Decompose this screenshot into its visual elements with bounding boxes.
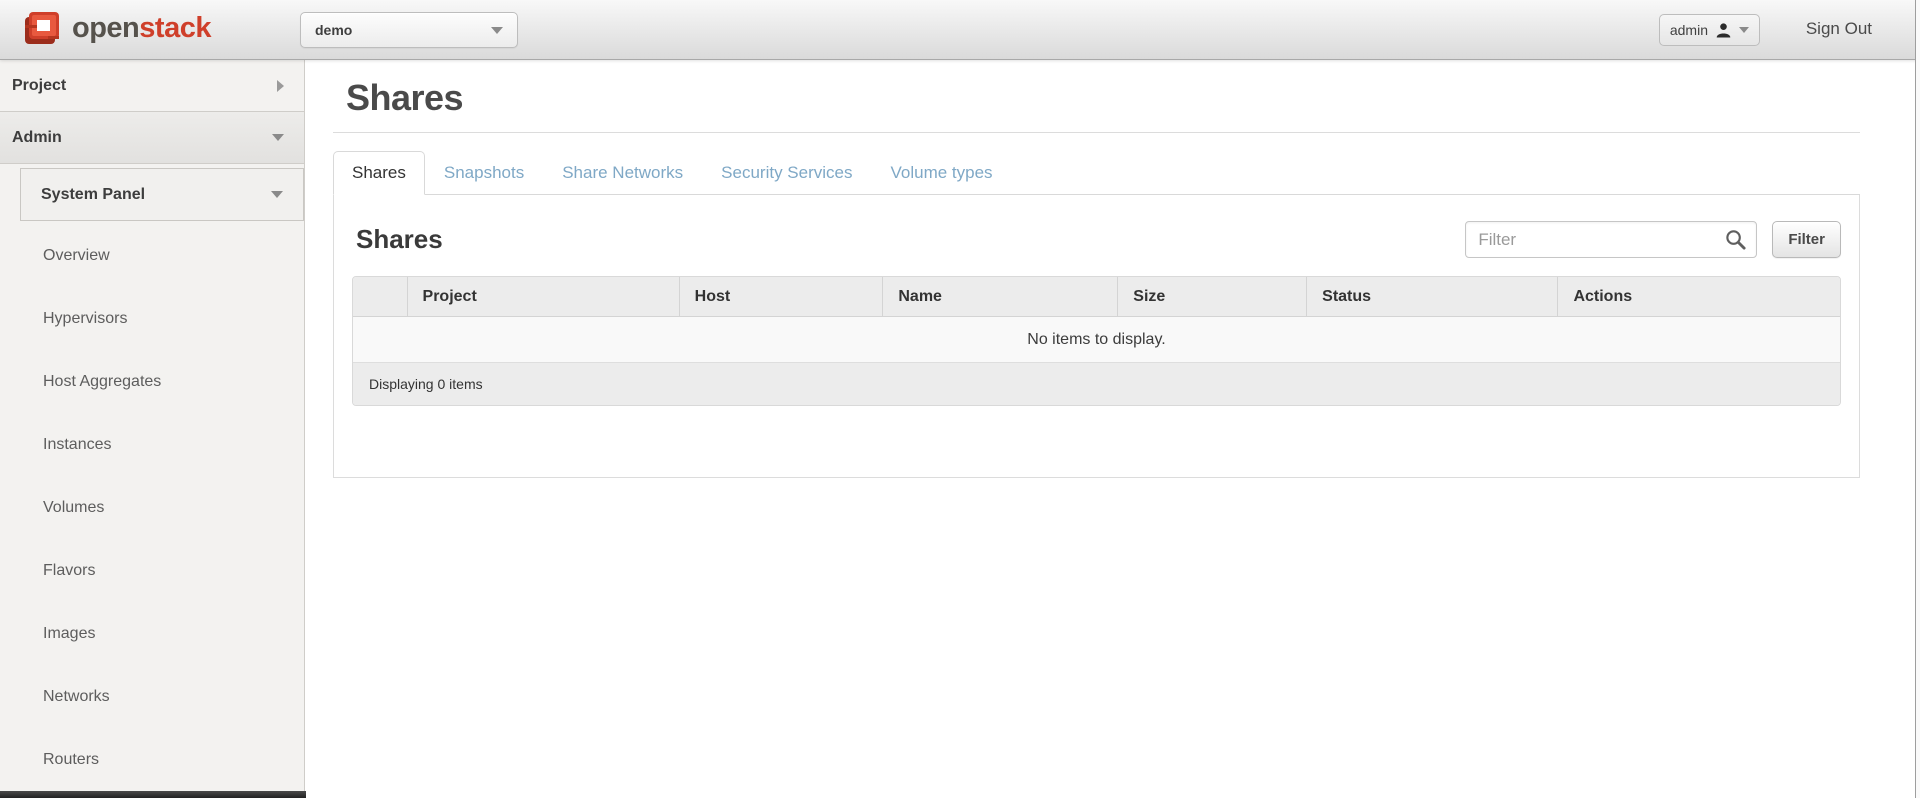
table-footer-text: Displaying 0 items xyxy=(353,363,1840,405)
column-name[interactable]: Name xyxy=(882,277,1118,317)
tab-volume-types[interactable]: Volume types xyxy=(871,151,1011,195)
openstack-dashboard: openstack demo admin Sign Out Project Ad… xyxy=(0,0,1920,798)
shares-table: Project Host Name Size Status Actions No… xyxy=(353,277,1840,405)
scrollbar-track[interactable] xyxy=(1915,0,1920,798)
column-actions[interactable]: Actions xyxy=(1557,277,1840,317)
sidebar-nav: Overview Hypervisors Host Aggregates Ins… xyxy=(0,224,304,791)
sidebar-item-hypervisors[interactable]: Hypervisors xyxy=(0,287,304,350)
sidebar-item-images[interactable]: Images xyxy=(0,602,304,665)
openstack-logo[interactable]: openstack xyxy=(22,8,211,48)
sidebar-section-project[interactable]: Project xyxy=(0,60,304,112)
empty-row: No items to display. xyxy=(353,317,1840,363)
sidebar-item-overview[interactable]: Overview xyxy=(0,224,304,287)
filter-area: Filter xyxy=(1465,221,1841,258)
column-status[interactable]: Status xyxy=(1306,277,1558,317)
sidebar-section-label: Project xyxy=(12,76,67,94)
filter-input[interactable] xyxy=(1465,221,1758,258)
shares-table-wrapper: Project Host Name Size Status Actions No… xyxy=(352,276,1841,406)
panel-title: Shares xyxy=(356,224,443,254)
sidebar-item-host-aggregates[interactable]: Host Aggregates xyxy=(0,350,304,413)
bottom-edge-strip xyxy=(0,791,306,798)
system-panel-dropdown[interactable]: System Panel xyxy=(20,168,304,221)
column-select-all xyxy=(353,277,407,317)
tab-security-services[interactable]: Security Services xyxy=(702,151,871,195)
project-switcher-dropdown[interactable]: demo xyxy=(300,12,518,48)
sidebar-item-volumes[interactable]: Volumes xyxy=(0,476,304,539)
column-size[interactable]: Size xyxy=(1117,277,1307,317)
chevron-down-icon xyxy=(1739,27,1749,33)
column-project[interactable]: Project xyxy=(406,277,679,317)
empty-message: No items to display. xyxy=(353,317,1840,363)
project-switcher-value: demo xyxy=(315,22,353,38)
filter-input-wrapper xyxy=(1465,221,1758,258)
user-menu-label: admin xyxy=(1669,22,1708,38)
sidebar-section-admin[interactable]: Admin xyxy=(0,112,304,164)
tab-snapshots[interactable]: Snapshots xyxy=(425,151,543,195)
search-icon xyxy=(1726,230,1746,250)
chevron-down-icon xyxy=(271,191,283,198)
sign-out-link[interactable]: Sign Out xyxy=(1806,19,1872,39)
top-bar: openstack demo admin Sign Out xyxy=(0,0,1920,60)
chevron-down-icon xyxy=(491,26,503,34)
panel-header: Shares Filter xyxy=(352,221,1841,258)
user-icon xyxy=(1716,22,1731,38)
sidebar-item-flavors[interactable]: Flavors xyxy=(0,539,304,602)
tab-bar: Shares Snapshots Share Networks Security… xyxy=(333,151,1860,195)
table-header-row: Project Host Name Size Status Actions xyxy=(353,277,1840,317)
brand-stack: stack xyxy=(139,12,211,44)
table-footer-row: Displaying 0 items xyxy=(353,363,1840,405)
user-menu-button[interactable]: admin xyxy=(1658,14,1760,46)
tab-shares[interactable]: Shares xyxy=(333,151,425,195)
sidebar: Project Admin System Panel Overview Hype… xyxy=(0,60,305,798)
column-host[interactable]: Host xyxy=(678,277,883,317)
sidebar-section-label: Admin xyxy=(12,128,62,146)
sidebar-item-routers[interactable]: Routers xyxy=(0,728,304,791)
shares-panel: Shares Filter Filter Project Host Name S… xyxy=(333,195,1860,478)
main-content: Shares Shares Snapshots Share Networks S… xyxy=(306,60,1890,798)
title-divider xyxy=(333,132,1860,133)
filter-button[interactable]: Filter xyxy=(1772,221,1841,258)
system-panel-label: System Panel xyxy=(41,185,146,203)
sidebar-item-networks[interactable]: Networks xyxy=(0,665,304,728)
openstack-cube-icon xyxy=(25,12,59,44)
page-title: Shares xyxy=(346,77,464,118)
tab-share-networks[interactable]: Share Networks xyxy=(543,151,702,195)
sidebar-item-instances[interactable]: Instances xyxy=(0,413,304,476)
chevron-down-icon xyxy=(272,134,284,141)
brand-open: open xyxy=(72,12,140,44)
brand-text: openstack xyxy=(72,8,211,48)
chevron-right-icon xyxy=(277,79,284,92)
